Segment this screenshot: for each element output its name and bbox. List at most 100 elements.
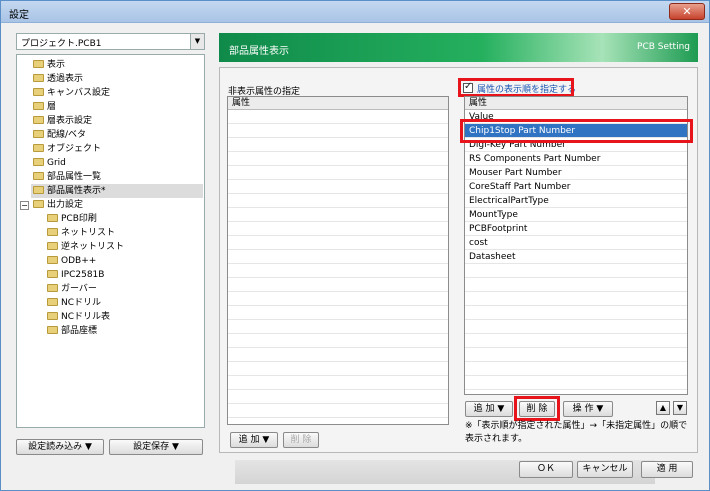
tree-item-output[interactable]: 出力設定 <box>33 198 83 212</box>
list-item[interactable]: RS Components Part Number <box>465 152 687 166</box>
list-item[interactable]: Datasheet <box>465 250 687 264</box>
tree-item-part-attr-display[interactable]: 部品属性表示* <box>31 184 203 198</box>
tree-item-layer-display[interactable]: 層表示設定 <box>33 114 92 128</box>
list-item[interactable]: Digi-Key Part Number <box>465 138 687 152</box>
list-item <box>465 334 687 348</box>
display-delete-button[interactable]: 削 除 <box>519 401 555 417</box>
list-item <box>465 348 687 362</box>
settings-tree: 表示 透過表示 キャンバス設定 層 層表示設定 配線/ベタ オブジェクト Gri… <box>16 54 205 428</box>
tree-item-nc-drill-table[interactable]: NCドリル表 <box>47 310 110 324</box>
tree-item-transparency[interactable]: 透過表示 <box>33 72 83 86</box>
settings-window: 設定 ✕ プロジェクト.PCB1 ▼ 表示 透過表示 キャンバス設定 層 層表示… <box>0 0 710 491</box>
section-header: 部品属性表示 PCB Setting <box>219 33 698 62</box>
tree-item-netlist[interactable]: ネットリスト <box>47 226 115 240</box>
list-item <box>228 264 448 278</box>
list-item[interactable]: Mouser Part Number <box>465 166 687 180</box>
project-select-value: プロジェクト.PCB1 <box>21 39 102 49</box>
folder-icon <box>47 228 58 236</box>
apply-button[interactable]: 適 用 <box>641 461 693 478</box>
folder-icon <box>33 102 44 110</box>
list-item <box>465 320 687 334</box>
folder-icon <box>33 74 44 82</box>
list-item <box>465 362 687 376</box>
folder-icon <box>33 116 44 124</box>
folder-icon <box>33 130 44 138</box>
list-item[interactable]: CoreStaff Part Number <box>465 180 687 194</box>
tree-item-layer[interactable]: 層 <box>33 100 56 114</box>
cancel-button[interactable]: キャンセル <box>577 461 633 478</box>
list-item <box>228 278 448 292</box>
hidden-delete-button[interactable]: 削 除 <box>283 432 319 448</box>
tree-item-display[interactable]: 表示 <box>33 58 65 72</box>
list-item <box>228 306 448 320</box>
list-item <box>465 292 687 306</box>
project-select[interactable]: プロジェクト.PCB1 ▼ <box>16 33 205 50</box>
folder-icon <box>33 60 44 68</box>
load-settings-button[interactable]: 設定読み込み ▼ <box>16 439 104 455</box>
tree-item-gerber[interactable]: ガーバー <box>47 282 97 296</box>
move-up-icon[interactable]: ▲ <box>656 401 670 415</box>
save-settings-button[interactable]: 設定保存 ▼ <box>109 439 203 455</box>
list-item[interactable]: PCBFootprint <box>465 222 687 236</box>
tree-item-canvas[interactable]: キャンバス設定 <box>33 86 110 100</box>
list-item <box>228 222 448 236</box>
tree-item-odb[interactable]: ODB++ <box>47 254 96 268</box>
tree-item-ipc2581b[interactable]: IPC2581B <box>47 268 104 282</box>
move-down-icon[interactable]: ▼ <box>673 401 687 415</box>
folder-icon <box>33 172 44 180</box>
folder-icon <box>47 214 58 222</box>
tree-item-part-attr-list[interactable]: 部品属性一覧 <box>33 170 101 184</box>
folder-icon <box>33 144 44 152</box>
folder-icon <box>47 312 58 320</box>
list-item <box>465 264 687 278</box>
list-item <box>228 208 448 222</box>
chevron-down-icon[interactable]: ▼ <box>190 34 204 49</box>
tree-item-object[interactable]: オブジェクト <box>33 142 101 156</box>
list-item <box>228 124 448 138</box>
list-item <box>228 404 448 418</box>
tree-item-wiring[interactable]: 配線/ベタ <box>33 128 86 142</box>
folder-icon <box>47 270 58 278</box>
list-item <box>228 110 448 124</box>
list-item <box>228 334 448 348</box>
list-item[interactable]: ElectricalPartType <box>465 194 687 208</box>
order-checkbox[interactable] <box>463 81 473 93</box>
display-add-button[interactable]: 追 加 ▼ <box>465 401 513 417</box>
column-header[interactable]: 属性 <box>228 97 448 110</box>
list-item <box>465 278 687 292</box>
close-button[interactable]: ✕ <box>669 3 705 20</box>
list-item[interactable]: MountType <box>465 208 687 222</box>
folder-icon <box>33 88 44 96</box>
list-item <box>228 362 448 376</box>
folder-icon <box>47 284 58 292</box>
list-item <box>465 376 687 390</box>
folder-icon <box>47 326 58 334</box>
folder-icon <box>47 298 58 306</box>
collapse-icon[interactable]: − <box>20 201 29 210</box>
display-attr-list[interactable]: 属性 Value Chip1Stop Part Number Digi-Key … <box>464 96 688 395</box>
list-item <box>228 348 448 362</box>
hidden-add-button[interactable]: 追 加 ▼ <box>230 432 278 448</box>
page-title: 部品属性表示 <box>229 46 289 57</box>
list-item[interactable]: Value <box>465 110 687 124</box>
hidden-attr-list[interactable]: 属性 <box>227 96 449 425</box>
order-note: ※「表示順が指定された属性」→「未指定属性」の順で表示されます。 <box>465 421 688 444</box>
tree-item-nc-drill[interactable]: NCドリル <box>47 296 101 310</box>
list-item[interactable]: cost <box>465 236 687 250</box>
list-item <box>228 138 448 152</box>
list-item <box>228 236 448 250</box>
title-bar: 設定 ✕ <box>1 1 709 23</box>
folder-icon <box>47 242 58 250</box>
list-item <box>228 152 448 166</box>
tree-item-pcb-print[interactable]: PCB印刷 <box>47 212 97 226</box>
operation-button[interactable]: 操 作 ▼ <box>563 401 613 417</box>
tree-item-reverse-netlist[interactable]: 逆ネットリスト <box>47 240 124 254</box>
order-checkbox-label[interactable]: 属性の表示順を指定する <box>477 82 576 95</box>
list-item <box>228 320 448 334</box>
tree-item-grid[interactable]: Grid <box>33 156 66 170</box>
tree-item-part-coords[interactable]: 部品座標 <box>47 324 97 338</box>
list-item-selected[interactable]: Chip1Stop Part Number <box>465 124 687 138</box>
list-item <box>228 292 448 306</box>
ok-button[interactable]: ＯＫ <box>519 461 573 478</box>
column-header[interactable]: 属性 <box>465 97 687 110</box>
